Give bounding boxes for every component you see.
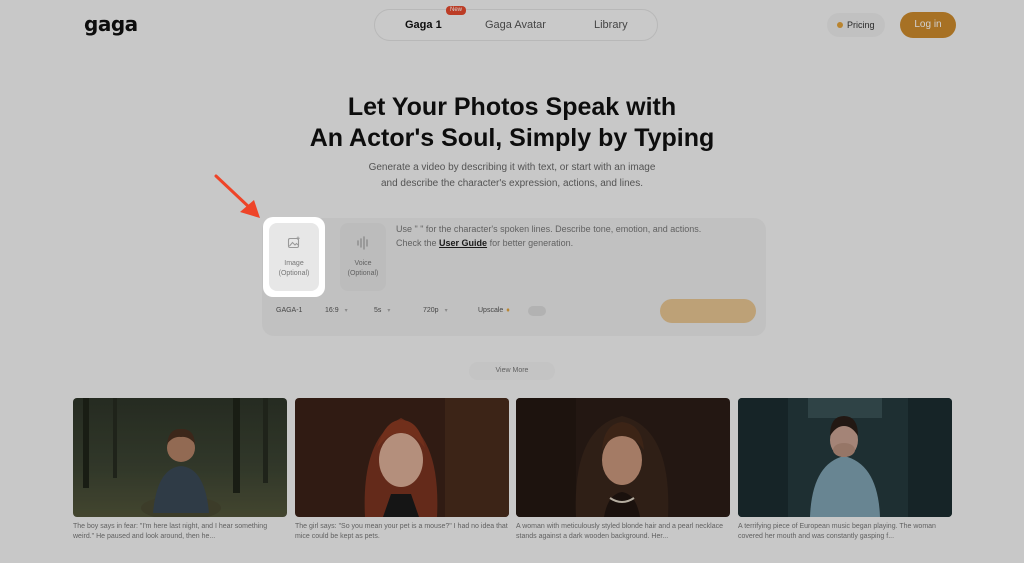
view-more-button[interactable]: View More (469, 362, 555, 380)
generate-button[interactable] (660, 299, 756, 323)
chevron-down-icon: ▾ (344, 308, 348, 314)
image-tile-sublabel: (Optional) (278, 270, 310, 277)
user-guide-link[interactable]: User Guide (439, 238, 487, 248)
gaga-logo[interactable]: gaga (84, 12, 138, 36)
voice-upload-tile[interactable]: Voice (Optional) (340, 223, 386, 291)
chevron-down-icon: ▾ (444, 308, 448, 314)
aspect-select[interactable]: 16:9 ▾ (319, 303, 354, 319)
image-tile-label: Image (284, 260, 304, 267)
resolution-select[interactable]: 720p ▾ (417, 303, 454, 319)
gallery-thumbnail[interactable] (295, 398, 509, 517)
aspect-value: 16:9 (325, 307, 339, 314)
gallery-thumbnail[interactable] (73, 398, 287, 517)
model-value: GAGA-1 (276, 307, 303, 314)
image-add-icon (287, 236, 301, 255)
voice-tile-label: Voice (354, 260, 372, 267)
image-upload-tile[interactable]: Image (Optional) (269, 223, 319, 291)
pricing-button[interactable]: Pricing (827, 13, 885, 37)
hint-prefix: Check the (396, 238, 437, 248)
diamond-icon: ♦ (506, 307, 510, 314)
upscale-toggle[interactable] (528, 306, 546, 316)
voice-tile-sublabel: (Optional) (347, 270, 379, 277)
duration-value: 5s (374, 307, 382, 314)
gallery-thumbnail[interactable] (738, 398, 952, 517)
nav-item-library[interactable]: Library (594, 10, 628, 40)
gallery-caption: The boy says in fear: "I'm here last nig… (73, 523, 268, 540)
gallery-caption: A terrifying piece of European music beg… (738, 523, 936, 540)
annotation-arrow-icon (214, 174, 260, 218)
top-nav: Gaga 1 Gaga Avatar Library (374, 9, 658, 41)
audio-wave-icon (356, 236, 370, 255)
hint-suffix: for better generation. (489, 238, 574, 248)
gallery-caption: The girl says: "So you mean your pet is … (295, 523, 508, 540)
upscale-label: Upscale (478, 307, 504, 314)
hero-subtitle-line-2: and describe the character's expression,… (380, 178, 644, 189)
nav-item-gaga-1[interactable]: Gaga 1 (405, 10, 442, 40)
nav-item-gaga-avatar[interactable]: Gaga Avatar (485, 10, 546, 40)
resolution-value: 720p (423, 307, 439, 314)
prompt-hint-line-2[interactable]: Check the User Guide for better generati… (396, 238, 573, 248)
chevron-down-icon: ▾ (387, 308, 391, 314)
pricing-label: Pricing (847, 20, 875, 30)
diamond-icon (837, 21, 843, 28)
prompt-hint-line-1[interactable]: Use " " for the character's spoken lines… (396, 224, 701, 234)
hero-title-line-1: Let Your Photos Speak with (347, 93, 677, 121)
model-select[interactable]: GAGA-1 (270, 303, 308, 319)
login-button[interactable]: Log in (900, 12, 956, 38)
hero-title-line-2: An Actor's Soul, Simply by Typing (309, 124, 715, 152)
gallery-thumbnail[interactable] (516, 398, 730, 517)
duration-select[interactable]: 5s ▾ (368, 303, 396, 319)
gallery-caption: A woman with meticulously styled blonde … (516, 523, 724, 540)
new-badge: New (446, 6, 467, 15)
upscale-option[interactable]: Upscale ♦ (472, 303, 516, 319)
hero-subtitle-line-1: Generate a video by describing it with t… (368, 162, 656, 173)
